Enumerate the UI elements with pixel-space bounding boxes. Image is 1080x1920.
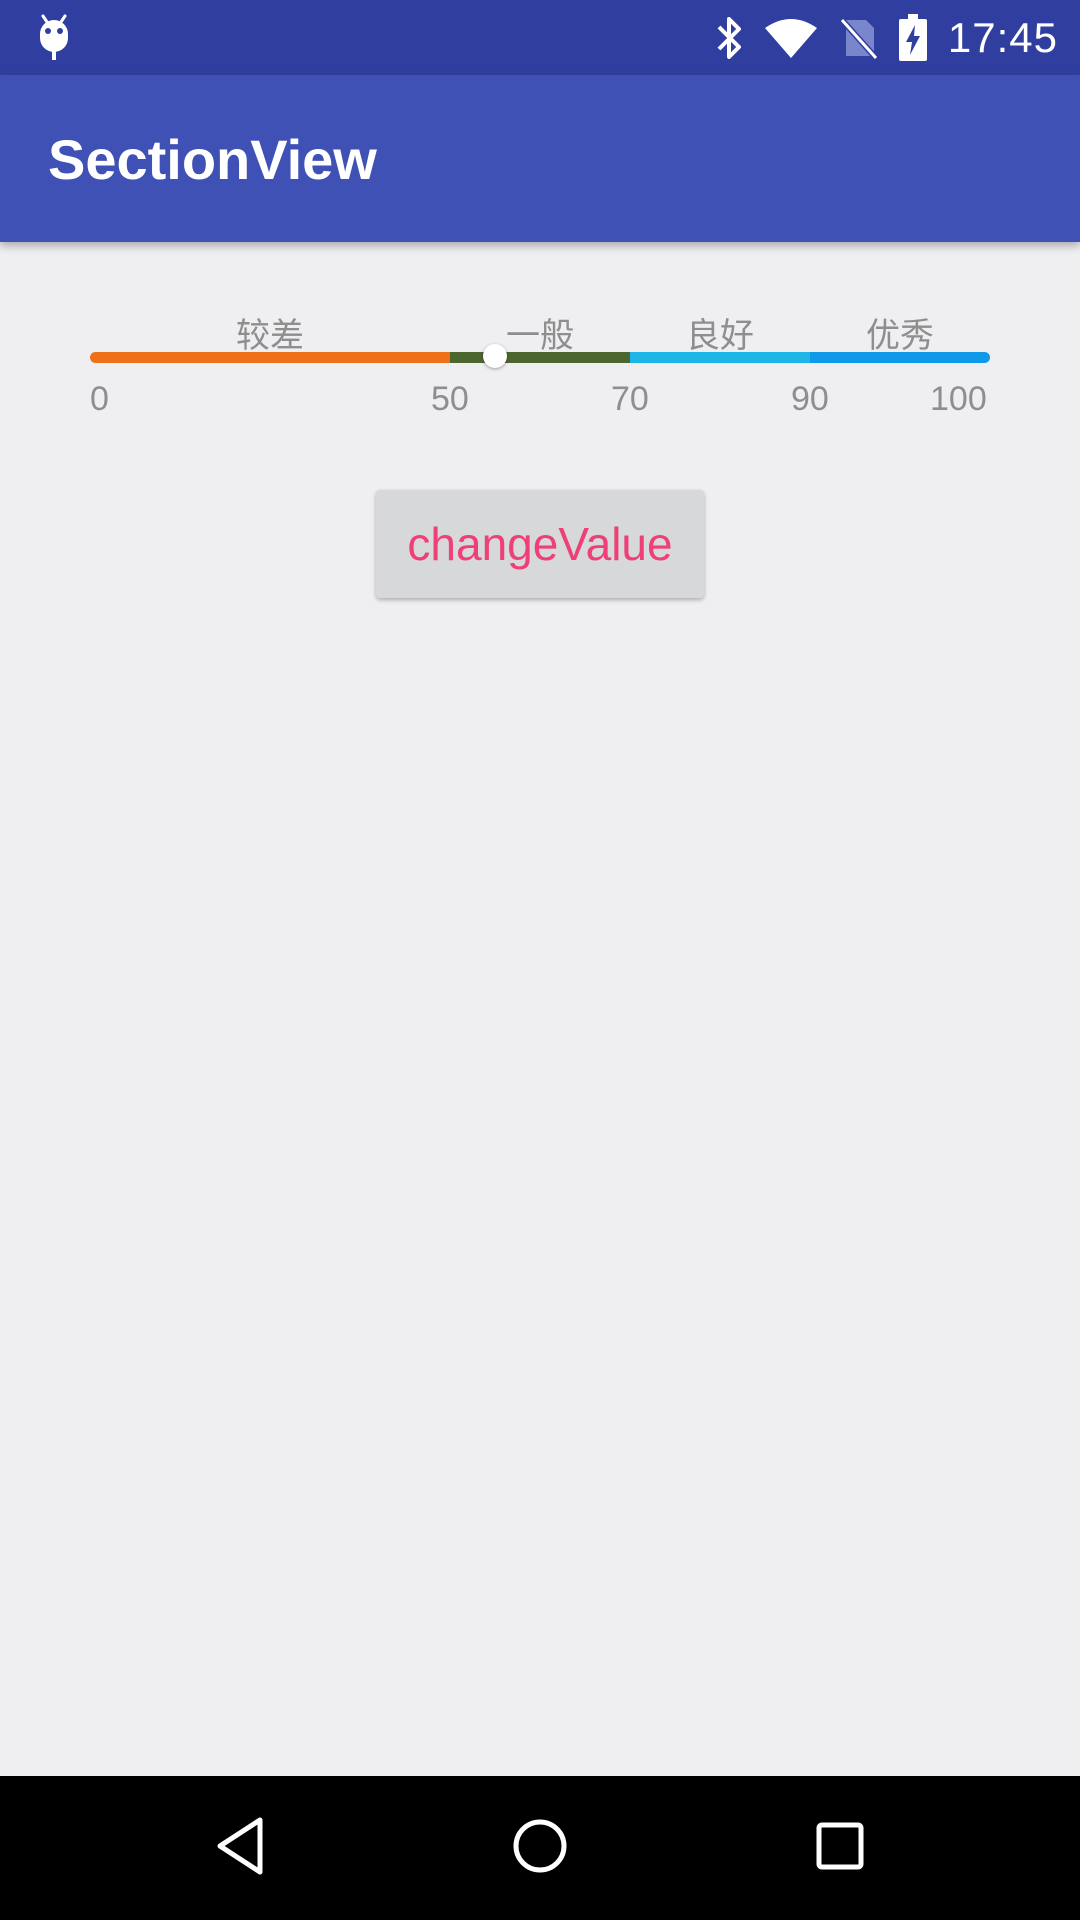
page-title: SectionView [48,128,377,191]
change-value-button[interactable]: changeValue [376,490,704,598]
section-label-good: 良好 [686,317,754,355]
home-icon [513,1819,567,1873]
tick-label-70: 70 [611,380,649,418]
slider-thumb[interactable] [483,344,507,368]
section-label-average: 一般 [506,317,574,355]
recents-button[interactable] [790,1796,890,1896]
home-button[interactable] [490,1796,590,1896]
section-segment-average [450,352,630,363]
back-button[interactable] [190,1796,290,1896]
section-track[interactable] [90,352,990,363]
no-sim-icon [839,17,878,60]
tick-label-100: 100 [930,380,987,418]
back-icon [217,1817,263,1875]
navigation-bar [0,1776,1080,1920]
wifi-icon [764,18,817,58]
status-bar: 17:45 [0,0,1080,75]
section-label-poor: 较差 [236,317,304,355]
app-bar: SectionView [0,75,1080,242]
battery-charging-icon [898,13,927,61]
section-segment-poor [90,352,450,363]
section-segment-excellent [810,352,990,363]
android-debug-icon [40,14,68,60]
section-view[interactable]: 较差 一般 良好 优秀 0 50 70 90 100 [0,242,1080,442]
section-segment-good [630,352,810,363]
tick-label-0: 0 [90,380,109,418]
tick-label-50: 50 [431,380,469,418]
recents-icon [816,1822,864,1870]
tick-label-90: 90 [791,380,829,418]
status-time: 17:45 [947,13,1058,61]
bluetooth-icon [717,16,741,59]
section-label-excellent: 优秀 [866,317,934,355]
